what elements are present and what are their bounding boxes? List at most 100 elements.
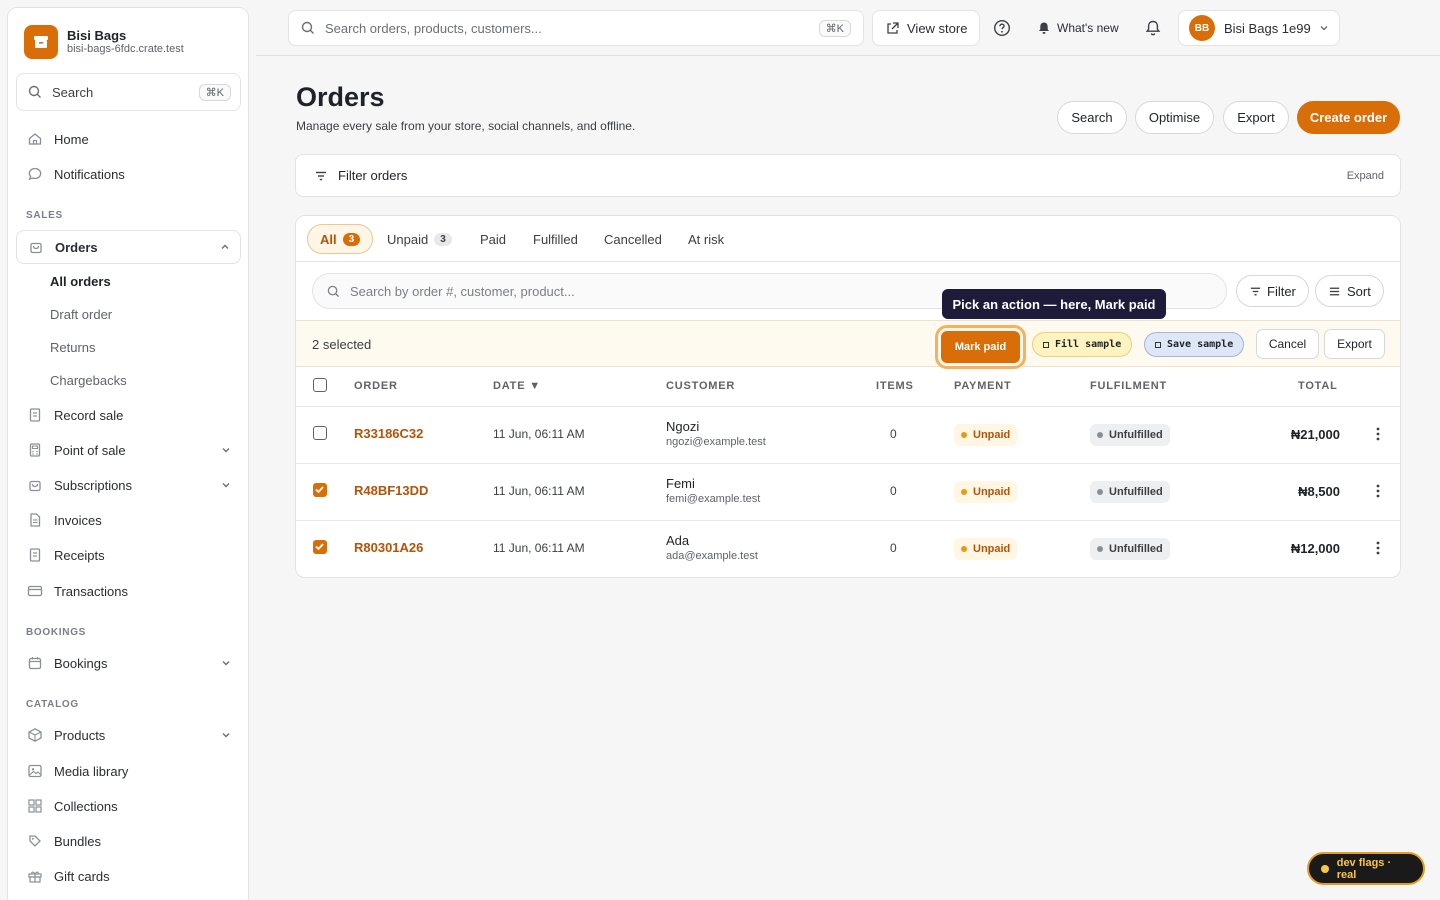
fill-sample-button[interactable]: Fill sample [1032, 332, 1133, 357]
sidebar-item-label: Bundles [54, 833, 101, 849]
expand-filters-link[interactable]: Expand [1347, 170, 1384, 182]
filter-button[interactable]: Filter [1236, 275, 1309, 307]
payment-status-badge: Unpaid [954, 481, 1018, 503]
customer-email: femi@example.test [666, 493, 761, 505]
create-order-button[interactable]: Create order [1297, 101, 1400, 134]
sidebar-item-label: Gift cards [54, 868, 110, 884]
table-row[interactable]: R33186C32 11 Jun, 06:11 AM Ngozi ngozi@e… [296, 407, 1400, 464]
sidebar-item-subscriptions[interactable]: Subscriptions [16, 468, 241, 502]
customer-name: Ngozi [666, 419, 700, 434]
filter-orders-panel[interactable]: Filter orders Expand [295, 154, 1401, 197]
more-vertical-icon[interactable] [1376, 541, 1380, 555]
order-id-link[interactable]: R33186C32 [354, 426, 423, 441]
select-all-checkbox[interactable] [313, 378, 327, 392]
tab-all[interactable]: All 3 [307, 224, 374, 254]
sidebar-sub-draft-order[interactable]: Draft order [50, 307, 112, 322]
row-checkbox[interactable] [313, 483, 327, 497]
sidebar-item-transactions[interactable]: Transactions [16, 574, 241, 608]
tab-label: Unpaid [387, 231, 429, 247]
sidebar-item-label: Receipts [54, 547, 105, 563]
section-bookings-heading: BOOKINGS [26, 627, 87, 638]
chevron-down-icon[interactable] [221, 445, 231, 455]
more-vertical-icon[interactable] [1376, 484, 1380, 498]
sidebar-item-notifications[interactable]: Notifications [16, 157, 241, 191]
chevron-down-icon [1320, 26, 1328, 31]
dev-flags-pill[interactable]: dev flags · real [1307, 852, 1425, 885]
sidebar-search-label: Search [52, 84, 94, 100]
sidebar-sub-returns[interactable]: Returns [50, 340, 96, 355]
tab-cancelled[interactable]: Cancelled [604, 224, 662, 254]
col-payment[interactable]: PAYMENT [954, 380, 1012, 392]
optimise-button[interactable]: Optimise [1135, 101, 1214, 134]
view-store-button[interactable]: View store [872, 10, 981, 46]
col-date[interactable]: DATE ▼ [493, 380, 541, 392]
tab-at-risk[interactable]: At risk [688, 224, 724, 254]
items-count: 0 [890, 484, 897, 498]
cancel-button[interactable]: Cancel [1256, 329, 1319, 359]
sidebar-sub-all-orders[interactable]: All orders [50, 274, 111, 289]
sidebar-item-collections[interactable]: Collections [16, 789, 241, 823]
chevron-down-icon[interactable] [221, 480, 231, 490]
fulfilment-status-badge: Unfulfilled [1090, 481, 1170, 503]
credit-card-icon [26, 582, 44, 600]
tab-paid[interactable]: Paid [480, 224, 506, 254]
store-host: bisi-bags-6fdc.crate.test [67, 43, 184, 55]
table-row[interactable]: R48BF13DD 11 Jun, 06:11 AM Femi femi@exa… [296, 464, 1400, 521]
col-order[interactable]: ORDER [354, 380, 398, 392]
bulk-export-button[interactable]: Export [1324, 329, 1385, 359]
sidebar-item-receipts[interactable]: Receipts [16, 538, 241, 572]
section-catalog-heading: CATALOG [26, 699, 79, 710]
sidebar-item-point-of-sale[interactable]: Point of sale [16, 433, 241, 467]
chevron-up-icon[interactable] [220, 242, 230, 252]
col-total[interactable]: TOTAL [1298, 380, 1338, 392]
row-checkbox[interactable] [313, 540, 327, 554]
chevron-down-icon[interactable] [221, 730, 231, 740]
sidebar-sub-chargebacks[interactable]: Chargebacks [50, 373, 127, 388]
sidebar-item-invoices[interactable]: Invoices [16, 503, 241, 537]
sidebar-item-media-library[interactable]: Media library [16, 754, 241, 788]
sidebar-item-bookings[interactable]: Bookings [16, 646, 241, 680]
sidebar-item-orders[interactable]: Orders [16, 230, 241, 264]
sidebar-item-home[interactable]: Home [16, 122, 241, 156]
store-name: Bisi Bags [67, 28, 127, 43]
tab-unpaid[interactable]: Unpaid 3 [387, 224, 452, 254]
mark-paid-button[interactable]: Mark paid [941, 331, 1020, 363]
brand[interactable]: Bisi Bags bisi-bags-6fdc.crate.test [24, 25, 184, 59]
customer-name: Femi [666, 476, 695, 491]
account-switcher[interactable]: BB Bisi Bags 1e99 [1178, 10, 1340, 46]
help-button[interactable] [993, 10, 1011, 46]
payment-status-badge: Unpaid [954, 538, 1018, 560]
tab-fulfilled[interactable]: Fulfilled [533, 224, 578, 254]
row-checkbox[interactable] [313, 426, 327, 440]
sort-button[interactable]: Sort [1315, 275, 1384, 307]
search-button[interactable]: Search [1057, 101, 1127, 134]
sidebar-search[interactable]: Search ⌘K [16, 73, 241, 111]
more-vertical-icon[interactable] [1376, 427, 1380, 441]
count-badge: 3 [434, 232, 452, 246]
global-search-input[interactable]: Search orders, products, customers... ⌘K [288, 10, 864, 46]
notifications-button[interactable] [1144, 10, 1162, 46]
sidebar-item-record-sale[interactable]: Record sale [16, 398, 241, 432]
order-id-link[interactable]: R48BF13DD [354, 483, 428, 498]
status-dot [1321, 864, 1329, 873]
sidebar-item-gift-cards[interactable]: Gift cards [16, 859, 241, 893]
chevron-down-icon[interactable] [221, 658, 231, 668]
customer-email: ngozi@example.test [666, 436, 766, 448]
sidebar-item-products[interactable]: Products [16, 718, 241, 752]
table-row[interactable]: R80301A26 11 Jun, 06:11 AM Ada ada@examp… [296, 521, 1400, 577]
sidebar-item-bundles[interactable]: Bundles [16, 824, 241, 858]
col-fulfilment[interactable]: FULFILMENT [1090, 380, 1167, 392]
save-sample-button[interactable]: Save sample [1144, 332, 1245, 357]
filter-icon [1250, 287, 1261, 295]
col-items[interactable]: ITEMS [876, 380, 914, 392]
status-dot [961, 546, 967, 552]
search-icon [301, 21, 314, 34]
bell-icon [1145, 20, 1161, 36]
guide-tooltip: Pick an action — here, Mark paid [942, 289, 1166, 319]
col-customer[interactable]: CUSTOMER [666, 380, 735, 392]
whats-new-button[interactable]: What's new [1037, 10, 1119, 46]
export-button[interactable]: Export [1223, 101, 1289, 134]
box-icon [26, 726, 44, 744]
shortcut-hint: ⌘K [198, 83, 231, 101]
order-id-link[interactable]: R80301A26 [354, 540, 423, 555]
